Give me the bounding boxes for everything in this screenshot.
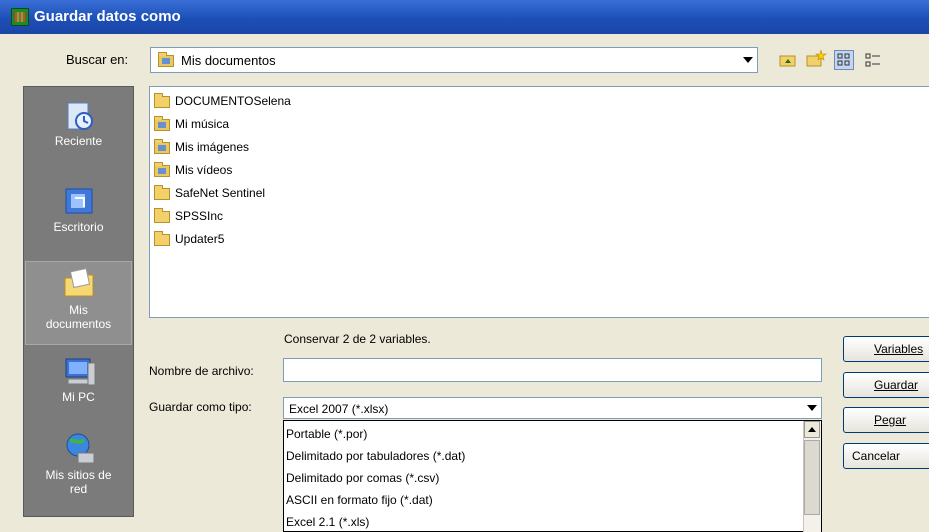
- view-icons-icon[interactable]: [834, 50, 854, 70]
- savetype-label: Guardar como tipo:: [149, 400, 252, 414]
- place-label: Mi PC: [62, 390, 95, 404]
- place-recent[interactable]: Reciente: [25, 99, 132, 148]
- place-my-computer[interactable]: Mi PC: [25, 355, 132, 404]
- scroll-up-icon[interactable]: [804, 421, 820, 438]
- app-icon: [11, 8, 29, 26]
- list-item[interactable]: DOCUMENTOSelena: [154, 91, 291, 111]
- my-documents-icon: [64, 267, 93, 297]
- pictures-folder-icon: [154, 138, 170, 154]
- places-bar: Reciente Escritorio Mis documentos Mi PC…: [23, 86, 134, 517]
- lookin-combo[interactable]: Mis documentos: [150, 47, 758, 73]
- file-list[interactable]: DOCUMENTOSelena Mi música Mis imágenes M…: [149, 86, 929, 318]
- folder-icon: [154, 230, 170, 246]
- videos-folder-icon: [154, 161, 170, 177]
- place-my-documents[interactable]: Mis documentos: [25, 261, 132, 345]
- window-title: Guardar datos como: [34, 8, 181, 25]
- scroll-thumb[interactable]: [804, 440, 820, 515]
- music-folder-icon: [154, 115, 170, 131]
- savetype-combo[interactable]: Excel 2007 (*.xlsx): [283, 397, 822, 419]
- recent-icon: [67, 102, 93, 130]
- filename-label: Nombre de archivo:: [149, 364, 254, 378]
- lookin-label: Buscar en:: [66, 52, 129, 67]
- variables-button[interactable]: Variables: [843, 336, 929, 362]
- list-item[interactable]: Mis vídeos: [154, 160, 232, 180]
- list-item[interactable]: Mis imágenes: [154, 137, 249, 157]
- chevron-down-icon[interactable]: [807, 405, 817, 411]
- dropdown-scrollbar[interactable]: [803, 421, 821, 532]
- save-button[interactable]: Guardar: [843, 372, 929, 398]
- place-label: Reciente: [54, 134, 103, 148]
- place-label: Escritorio: [53, 220, 104, 234]
- dropdown-option[interactable]: Excel 2.1 (*.xls): [286, 512, 369, 531]
- lookin-value: Mis documentos: [181, 53, 276, 68]
- savetype-value: Excel 2007 (*.xlsx): [289, 402, 389, 416]
- list-item[interactable]: Updater5: [154, 229, 224, 249]
- view-details-icon[interactable]: [863, 50, 883, 70]
- keep-variables-text: Conservar 2 de 2 variables.: [284, 332, 431, 346]
- documents-folder-icon: [158, 52, 174, 67]
- chevron-down-icon[interactable]: [743, 57, 753, 63]
- savetype-dropdown[interactable]: Portable (*.por) Delimitado por tabulado…: [283, 420, 822, 532]
- place-label: Mis sitios de red: [45, 468, 112, 496]
- title-bar: Guardar datos como: [0, 0, 929, 34]
- dropdown-option[interactable]: Delimitado por comas (*.csv): [286, 468, 439, 489]
- dropdown-option[interactable]: Portable (*.por): [286, 424, 367, 445]
- network-icon: [66, 433, 94, 464]
- paste-button[interactable]: Pegar: [843, 407, 929, 433]
- folder-icon: [154, 184, 170, 200]
- computer-icon: [65, 358, 95, 386]
- filename-input[interactable]: [283, 358, 822, 382]
- dropdown-option[interactable]: Delimitado por tabuladores (*.dat): [286, 446, 465, 467]
- dropdown-option[interactable]: ASCII en formato fijo (*.dat): [286, 490, 433, 511]
- up-folder-icon[interactable]: [778, 50, 798, 70]
- list-item[interactable]: SPSSInc: [154, 206, 223, 226]
- list-item[interactable]: SafeNet Sentinel: [154, 183, 265, 203]
- list-item[interactable]: Mi música: [154, 114, 229, 134]
- desktop-icon: [65, 188, 92, 214]
- place-label: Mis documentos: [45, 303, 112, 331]
- place-network[interactable]: Mis sitios de red: [25, 431, 132, 496]
- folder-icon: [154, 207, 170, 223]
- place-desktop[interactable]: Escritorio: [25, 185, 132, 234]
- new-folder-icon[interactable]: [805, 48, 827, 68]
- cancel-button[interactable]: Cancelar: [843, 443, 929, 469]
- folder-icon: [154, 92, 170, 108]
